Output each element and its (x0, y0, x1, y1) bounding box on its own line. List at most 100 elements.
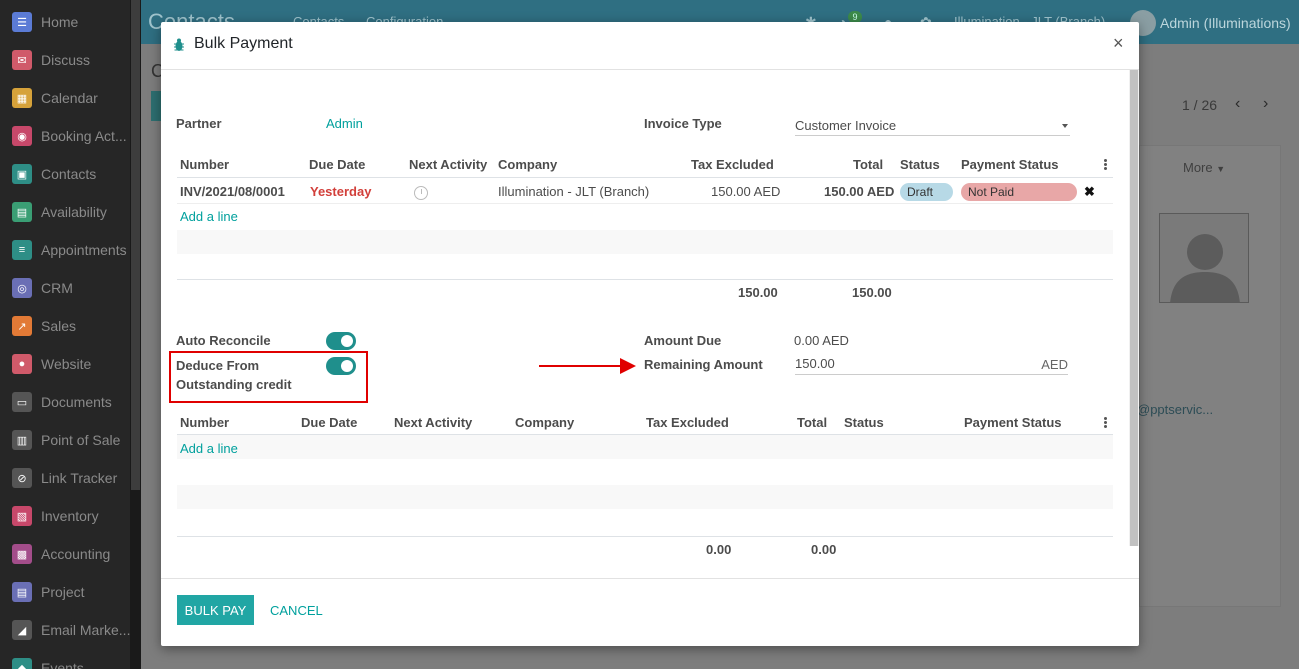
cancel-button[interactable]: CANCEL (270, 603, 323, 618)
amount-due-label: Amount Due (644, 333, 722, 348)
sidebar-item-label: Calendar (41, 90, 98, 106)
t1-header-due-date[interactable]: Due Date (309, 157, 365, 172)
sidebar-item[interactable]: ≡ Appointments (12, 239, 130, 261)
sidebar-item[interactable]: ◉ Booking Act... (12, 125, 130, 147)
sidebar-item[interactable]: ▧ Inventory (12, 505, 130, 527)
t1-header-number[interactable]: Number (180, 157, 229, 172)
t2-header-company[interactable]: Company (515, 415, 574, 430)
sidebar-item-label: Point of Sale (41, 432, 121, 448)
pager-next-icon[interactable]: › (1263, 95, 1268, 113)
t1-header-tax-excluded[interactable]: Tax Excluded (691, 157, 774, 172)
sidebar-item[interactable]: ↗ Sales (12, 315, 130, 337)
t2-header-next-activity[interactable]: Next Activity (394, 415, 472, 430)
t2-sum-tax-excluded: 0.00 (706, 542, 732, 557)
sidebar-item[interactable]: ◆ Events (12, 657, 130, 669)
app-icon: ▤ (12, 582, 32, 602)
empty-row (177, 435, 1113, 459)
row-total: 150.00 AED (824, 184, 895, 199)
app-icon: ⊘ (12, 468, 32, 488)
dialog-header: Bulk Payment × (161, 22, 1139, 70)
t1-add-line-link[interactable]: Add a line (180, 209, 238, 224)
t2-footer-divider (177, 536, 1113, 537)
sidebar-item-label: Accounting (41, 546, 111, 562)
arrow-right-icon (620, 358, 636, 374)
empty-row (177, 485, 1113, 509)
t2-add-line-link[interactable]: Add a line (180, 441, 238, 456)
t1-header-next-activity[interactable]: Next Activity (409, 157, 487, 172)
t2-header-due-date[interactable]: Due Date (301, 415, 357, 430)
app-icon: ≡ (12, 240, 32, 260)
invoice-type-select[interactable]: Customer Invoice (795, 115, 1070, 136)
sidebar-item[interactable]: ◎ CRM (12, 277, 130, 299)
user-menu[interactable]: Admin (Illuminations) (1130, 10, 1291, 36)
dialog-scrollbar-thumb[interactable] (1130, 70, 1138, 546)
highlight-arrow-line (539, 365, 621, 367)
sidebar-item[interactable]: ▣ Contacts (12, 163, 130, 185)
remaining-amount-field[interactable]: AED (795, 354, 1068, 375)
auto-reconcile-toggle[interactable] (326, 332, 356, 350)
sidebar-item-label: Documents (41, 394, 112, 410)
sidebar-item[interactable]: ⊘ Link Tracker (12, 467, 130, 489)
app-icon: ◢ (12, 620, 32, 640)
status-badge: Draft (900, 183, 953, 201)
invoice-type-value: Customer Invoice (795, 118, 897, 133)
remaining-amount-label: Remaining Amount (644, 357, 763, 372)
t2-header-number[interactable]: Number (180, 415, 229, 430)
app-icon: ▧ (12, 506, 32, 526)
contact-email-fragment[interactable]: @pptservic... (1137, 402, 1213, 417)
chevron-down-icon (1062, 124, 1068, 128)
t1-header-company[interactable]: Company (498, 157, 557, 172)
sidebar-item[interactable]: ▥ Point of Sale (12, 429, 130, 451)
t1-sum-tax-excluded: 150.00 (738, 285, 778, 300)
sidebar-item[interactable]: ▤ Project (12, 581, 130, 603)
sidebar-item-label: Contacts (41, 166, 97, 182)
t1-optional-columns-icon[interactable] (1104, 159, 1107, 170)
close-icon[interactable]: × (1113, 33, 1124, 54)
sidebar-item[interactable]: ✉ Discuss (12, 49, 130, 71)
row-company: Illumination - JLT (Branch) (498, 184, 650, 199)
sidebar-item[interactable]: ▩ Accounting (12, 543, 130, 565)
t1-header-payment-status[interactable]: Payment Status (961, 157, 1059, 172)
t2-header-tax-excluded[interactable]: Tax Excluded (646, 415, 729, 430)
sidebar-item-label: Events (41, 660, 84, 669)
currency-unit: AED (1041, 357, 1068, 372)
t2-optional-columns-icon[interactable] (1104, 417, 1107, 428)
t1-header-total[interactable]: Total (853, 157, 883, 172)
clock-icon[interactable] (414, 186, 428, 200)
dialog-title: Bulk Payment (194, 35, 293, 52)
empty-row (177, 230, 1113, 254)
t2-header-status[interactable]: Status (844, 415, 884, 430)
partner-label: Partner (176, 116, 222, 131)
sidebar-item[interactable]: ▤ Availability (12, 201, 130, 223)
sidebar-item[interactable]: ▭ Documents (12, 391, 130, 413)
row-due-date: Yesterday (310, 184, 372, 199)
row-tax-excluded: 150.00 AED (711, 184, 781, 199)
sidebar-item[interactable]: ◢ Email Marke... (12, 619, 130, 641)
t2-sum-total: 0.00 (811, 542, 837, 557)
sidebar-item[interactable]: ☰ Home (12, 11, 130, 33)
bulk-payment-dialog: Bulk Payment × Partner Admin Invoice Typ… (161, 22, 1139, 646)
remaining-amount-input[interactable] (795, 356, 995, 371)
remove-row-icon[interactable]: ✖ (1084, 184, 1095, 200)
t1-header-status[interactable]: Status (900, 157, 940, 172)
sidebar-item[interactable]: ● Website (12, 353, 130, 375)
sidebar-item-label: Home (41, 14, 79, 30)
app-icon: ▦ (12, 88, 32, 108)
sidebar-item-label: Project (41, 584, 85, 600)
pager-prev-icon[interactable]: ‹ (1235, 95, 1240, 113)
sidebar-item[interactable]: ▦ Calendar (12, 87, 130, 109)
sidebar-item-label: Availability (41, 204, 107, 220)
more-label: More (1183, 160, 1213, 175)
t2-header-total[interactable]: Total (797, 415, 827, 430)
more-button[interactable]: More ▼ (1183, 160, 1225, 175)
partner-link[interactable]: Admin (326, 116, 363, 131)
sidebar-scrollbar-thumb[interactable] (131, 0, 140, 490)
t2-header-payment-status[interactable]: Payment Status (964, 415, 1062, 430)
row-number: INV/2021/08/0001 (180, 184, 285, 199)
sidebar-item-label: Booking Act... (41, 128, 127, 144)
highlight-box (169, 351, 368, 403)
app-icon: ☰ (12, 12, 32, 32)
sidebar-item-label: CRM (41, 280, 73, 296)
bulk-pay-button[interactable]: BULK PAY (177, 595, 254, 625)
row-divider (177, 203, 1113, 204)
